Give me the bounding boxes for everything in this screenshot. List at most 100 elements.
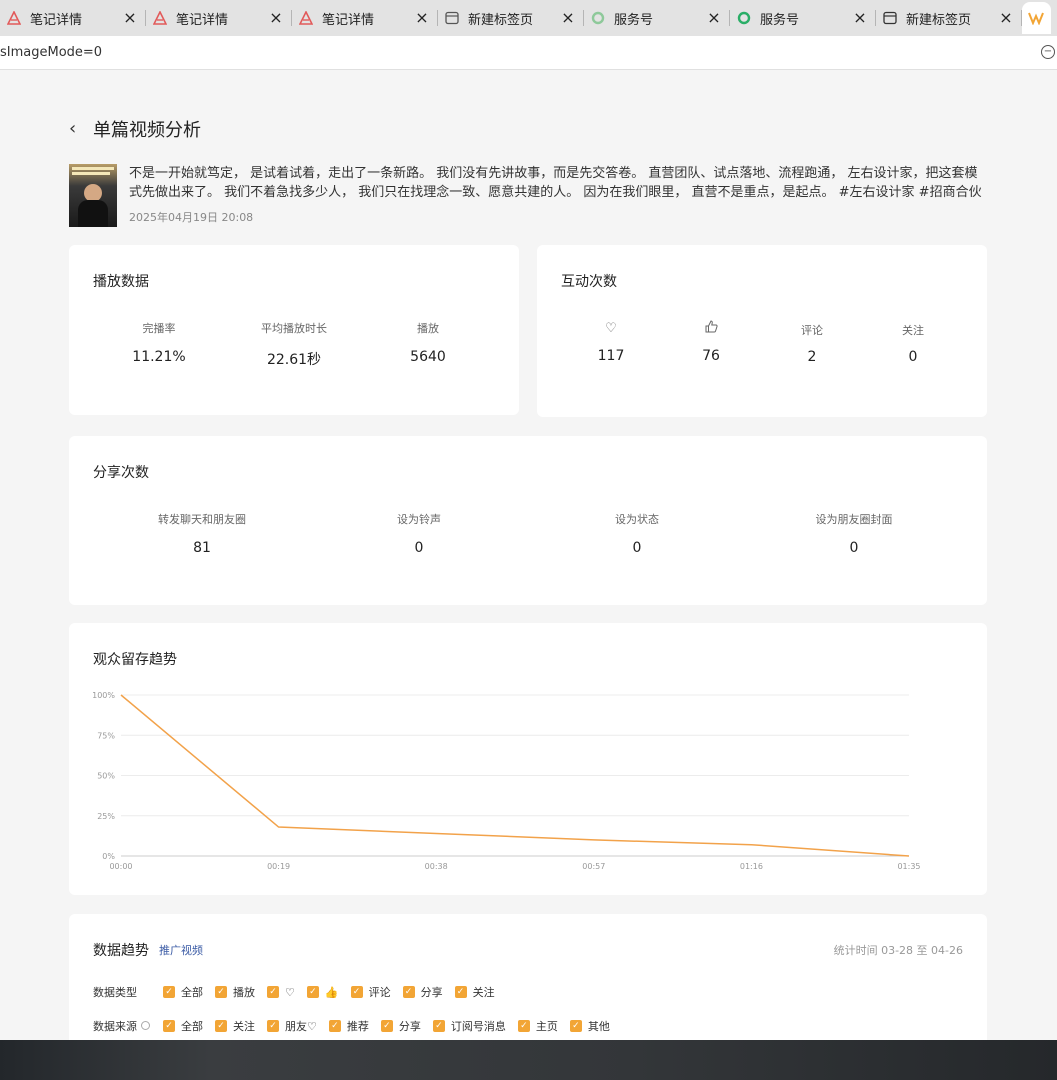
x-tick-label: 01:35: [897, 862, 920, 871]
filter-label: 数据来源: [93, 1018, 163, 1034]
y-tick-label: 0%: [102, 852, 115, 861]
tab-label: 新建标签页: [906, 12, 972, 28]
checkbox-label: 关注: [233, 1020, 255, 1033]
data-point[interactable]: [907, 854, 911, 858]
stat-value: 11.21%: [132, 349, 186, 365]
browser-tab-3[interactable]: 笔记详情 ×: [292, 2, 438, 34]
close-icon[interactable]: ×: [414, 10, 430, 26]
close-icon[interactable]: ×: [560, 10, 576, 26]
stat-status: 设为状态 0: [577, 512, 697, 556]
card-title: 分享次数: [93, 465, 149, 481]
y-tick-label: 75%: [97, 731, 115, 740]
service-icon: [590, 10, 606, 26]
address-bar[interactable]: sImageMode=0 −: [0, 36, 1057, 70]
checkbox-label: 朋友♡: [285, 1020, 317, 1033]
interaction-card: 互动次数 ♡ 117 76 评论 2 关注 0: [537, 245, 987, 417]
tab-label: 服务号: [760, 12, 800, 28]
stat-label: 播放: [417, 322, 439, 335]
browser-tab-4[interactable]: 新建标签页 ×: [438, 2, 584, 34]
stat-completion-rate: 完播率 11.21%: [109, 321, 209, 365]
stat-value: 117: [597, 348, 625, 364]
check-icon: ✓: [380, 1020, 393, 1032]
data-source-checkbox-2[interactable]: ✓ 朋友♡: [267, 1018, 317, 1034]
data-trend-card: 数据趋势 推广视频 统计时间 03-28 至 04-26 数据类型 ✓ 全部 ✓ 播放…: [69, 914, 987, 1040]
video-info: 不是一开始就笃定， 是试着试着，走出了一条新路。 我们没有先讲故事，而是先交答卷…: [69, 164, 987, 228]
share-card: 分享次数 转发聊天和朋友圈 81 设为铃声 0 设为状态 0 设为朋友圈封面 0: [69, 436, 987, 605]
checkbox-label: 主页: [535, 1020, 558, 1033]
checkbox-label: 分享: [398, 1020, 421, 1033]
x-tick-label: 00:00: [109, 862, 132, 871]
stat-forward: 转发聊天和朋友圈 81: [132, 512, 272, 556]
data-point[interactable]: [277, 825, 281, 829]
browser-tab-bar: 笔记详情 × 笔记详情 × 笔记详情 × 新建标签页 × 服务号 × 服务号 ×…: [0, 0, 1057, 36]
check-icon: ✓: [163, 1020, 175, 1032]
service-icon: [736, 10, 752, 26]
checkbox-label: 播放: [233, 986, 255, 999]
stat-value: 76: [702, 348, 720, 364]
data-source-checkbox-6[interactable]: ✓ 主页: [517, 1018, 558, 1034]
data-source-checkbox-0[interactable]: ✓ 全部: [163, 1018, 203, 1034]
card-title: 互动次数: [561, 274, 617, 290]
data-point[interactable]: [434, 831, 438, 835]
stat-label: 设为朋友圈封面: [815, 513, 893, 526]
close-icon[interactable]: ×: [852, 10, 868, 26]
browser-tab-2[interactable]: 笔记详情 ×: [146, 2, 292, 34]
data-type-checkbox-2[interactable]: ✓ ♡: [267, 984, 295, 1000]
info-icon[interactable]: [141, 1021, 150, 1030]
stat-value: 5640: [410, 349, 446, 365]
x-tick-label: 00:38: [425, 862, 448, 871]
stat-thumbs-up: 76: [671, 320, 751, 364]
check-icon: ✓: [402, 986, 415, 998]
video-date: 2025年04月19日 20:08: [129, 211, 254, 224]
close-icon[interactable]: ×: [268, 10, 284, 26]
browser-tab-active[interactable]: [1022, 2, 1051, 34]
note-icon: [298, 10, 314, 26]
browser-tab-7[interactable]: 新建标签页 ×: [876, 2, 1022, 34]
stat-label: 关注: [902, 324, 924, 337]
check-icon: ✓: [306, 986, 319, 998]
video-thumbnail[interactable]: [69, 164, 117, 227]
data-point[interactable]: [749, 843, 753, 847]
x-tick-label: 00:19: [267, 862, 290, 871]
heart-icon: ♡: [605, 321, 617, 336]
data-type-checkbox-5[interactable]: ✓ 分享: [402, 984, 443, 1000]
stat-avg-duration: 平均播放时长 22.61秒: [234, 321, 354, 369]
checkbox-label: ♡: [285, 985, 295, 999]
data-type-checkbox-3[interactable]: ✓ 👍: [306, 984, 339, 1000]
checkbox-label: 分享: [420, 986, 443, 999]
data-point[interactable]: [592, 838, 596, 842]
thumbs-up-icon: [671, 320, 751, 338]
zoom-icon[interactable]: −: [1041, 45, 1055, 59]
checkbox-label: 其他: [587, 1020, 610, 1033]
data-type-checkbox-6[interactable]: ✓ 关注: [454, 984, 495, 1000]
back-icon[interactable]: ‹: [69, 119, 85, 139]
browser-tab-1[interactable]: 笔记详情 ×: [0, 2, 146, 34]
stat-value: 0: [849, 540, 859, 556]
retention-card: 观众留存趋势 0% 25% 50% 75% 100% 00:00 00:19 00:38 00:…: [69, 623, 987, 895]
browser-tab-6[interactable]: 服务号 ×: [730, 2, 876, 34]
data-source-checkbox-7[interactable]: ✓ 其他: [569, 1018, 610, 1034]
url-text[interactable]: sImageMode=0: [0, 45, 102, 60]
data-type-checkbox-1[interactable]: ✓ 播放: [215, 984, 255, 1000]
checkbox-label: 👍: [324, 985, 339, 999]
data-type-checkbox-4[interactable]: ✓ 评论: [350, 984, 391, 1000]
stat-label: 平均播放时长: [261, 322, 327, 335]
close-icon[interactable]: ×: [998, 10, 1014, 26]
data-source-checkbox-3[interactable]: ✓ 推荐: [328, 1018, 369, 1034]
stat-label: 转发聊天和朋友圈: [158, 513, 246, 526]
x-tick-label: 01:16: [740, 862, 763, 871]
y-tick-label: 25%: [97, 812, 115, 821]
stat-comments: 评论 2: [772, 323, 852, 365]
tab-label: 新建标签页: [468, 12, 534, 28]
data-type-checkbox-0[interactable]: ✓ 全部: [163, 984, 203, 1000]
promo-video-link[interactable]: 推广视频: [159, 942, 203, 958]
page-content: ‹ 单篇视频分析 不是一开始就笃定， 是试着试着，走出了一条新路。 我们没有先讲…: [0, 71, 1057, 1040]
close-icon[interactable]: ×: [122, 10, 138, 26]
data-point[interactable]: [119, 693, 123, 697]
browser-tab-5[interactable]: 服务号 ×: [584, 2, 730, 34]
data-source-checkbox-1[interactable]: ✓ 关注: [215, 1018, 255, 1034]
close-icon[interactable]: ×: [706, 10, 722, 26]
stat-ringtone: 设为铃声 0: [359, 512, 479, 556]
data-source-checkbox-5[interactable]: ✓ 订阅号消息: [432, 1018, 506, 1034]
data-source-checkbox-4[interactable]: ✓ 分享: [380, 1018, 421, 1034]
